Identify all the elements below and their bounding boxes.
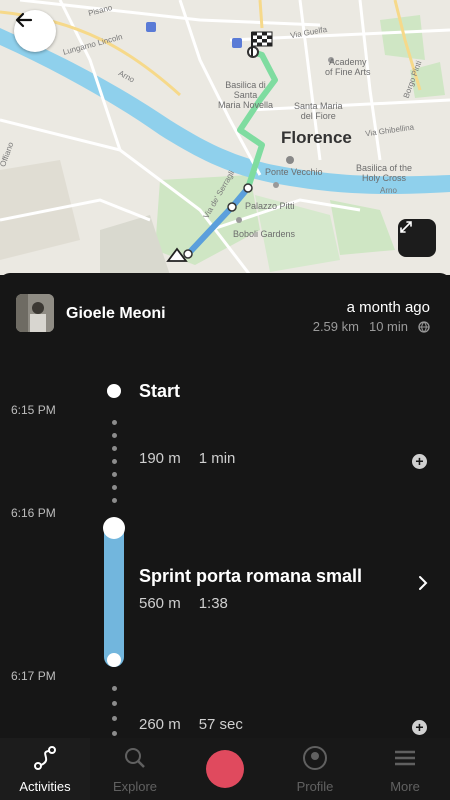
timeline-dot — [112, 472, 117, 477]
nav-explore[interactable]: Explore — [90, 738, 180, 800]
map-city-label: Florence — [281, 128, 352, 147]
menu-icon — [395, 750, 415, 766]
segment-row: 190 m 1 min — [139, 450, 235, 467]
back-button[interactable] — [14, 10, 56, 52]
nav-label: Explore — [112, 779, 158, 794]
activity-header: Gioele Meoni a month ago 2.59 km 10 min — [0, 273, 450, 345]
timeline-dot — [112, 686, 117, 691]
map-label-santa-maria-fiore: Santa Maria del Fiore — [294, 101, 343, 121]
duration-value: 10 min — [368, 319, 408, 334]
segment-duration: 57 sec — [198, 716, 243, 733]
map-label-arno-right: Arno — [380, 186, 397, 195]
time-label: 6:17 PM — [11, 669, 56, 683]
segment-end-knob — [107, 653, 121, 667]
add-segment-button[interactable]: + — [412, 454, 427, 469]
map-label-academy: Academy of Fine Arts — [325, 57, 371, 77]
map-label-ponte-vecchio: Ponte Vecchio — [265, 167, 323, 177]
globe-icon — [418, 320, 430, 333]
time-label: 6:16 PM — [11, 506, 56, 520]
segment-duration: 1 min — [198, 450, 236, 467]
segment-item-sprint[interactable]: Sprint porta romana small 560 m 1:38 — [130, 558, 440, 618]
segment-row: 560 m 1:38 — [139, 595, 228, 612]
time-label: 6:15 PM — [11, 403, 56, 417]
map-canvas — [0, 0, 450, 275]
segment-start-knob — [103, 517, 125, 539]
timeline-dot — [112, 459, 117, 464]
user-name[interactable]: Gioele Meoni — [66, 305, 166, 323]
timeline-dot — [112, 701, 117, 706]
timeline-dot — [112, 731, 117, 736]
expand-icon — [400, 221, 412, 233]
map-view[interactable]: Basilica di Santa Maria Novella Academy of … — [0, 0, 450, 275]
segment-distance: 260 m — [139, 716, 181, 733]
search-icon — [125, 748, 145, 768]
timeline-dot — [112, 485, 117, 490]
segment-row: 260 m 57 sec — [139, 716, 243, 733]
record-button[interactable] — [206, 750, 244, 788]
activity-stats: 2.59 km 10 min — [313, 319, 430, 334]
segment-distance: 560 m — [139, 595, 181, 612]
map-label-basilica-croce: Basilica of the Holy Cross — [356, 163, 413, 183]
nav-profile[interactable]: Profile — [270, 738, 360, 800]
profile-icon — [303, 746, 327, 770]
timeline-dot — [112, 433, 117, 438]
timeline-dot — [112, 716, 117, 721]
activities-icon — [34, 746, 56, 770]
map-label-boboli: Boboli Gardens — [233, 229, 296, 239]
timeline-dot — [112, 420, 117, 425]
time-ago: a month ago — [346, 299, 430, 316]
distance-value: 2.59 km — [312, 319, 359, 334]
nav-more[interactable]: More — [360, 738, 450, 800]
nav-activities[interactable]: Activities — [0, 738, 90, 800]
segment-title: Sprint porta romana small — [139, 566, 363, 586]
timeline-dot — [112, 498, 117, 503]
avatar-image — [16, 294, 54, 332]
nav-label: Activities — [19, 779, 71, 794]
arrow-left-icon — [15, 12, 33, 28]
avatar[interactable] — [16, 294, 54, 332]
activity-sheet: Gioele Meoni a month ago 2.59 km 10 min … — [0, 273, 450, 743]
start-marker — [107, 384, 121, 398]
segment-bar — [104, 519, 124, 667]
timeline-dot — [112, 446, 117, 451]
map-label-palazzo-pitti: Palazzo Pitti — [245, 201, 295, 211]
segment-duration: 1:38 — [198, 595, 228, 612]
segment-distance: 190 m — [139, 450, 181, 467]
chevron-right-icon — [419, 576, 428, 590]
map-label-basilica-maria-novella: Basilica di Santa Maria Novella — [218, 80, 274, 110]
add-segment-button[interactable]: + — [412, 720, 427, 735]
expand-map-button[interactable] — [398, 219, 436, 257]
start-label: Start — [139, 381, 181, 401]
nav-label: Profile — [296, 779, 334, 794]
nav-label: More — [390, 779, 420, 794]
